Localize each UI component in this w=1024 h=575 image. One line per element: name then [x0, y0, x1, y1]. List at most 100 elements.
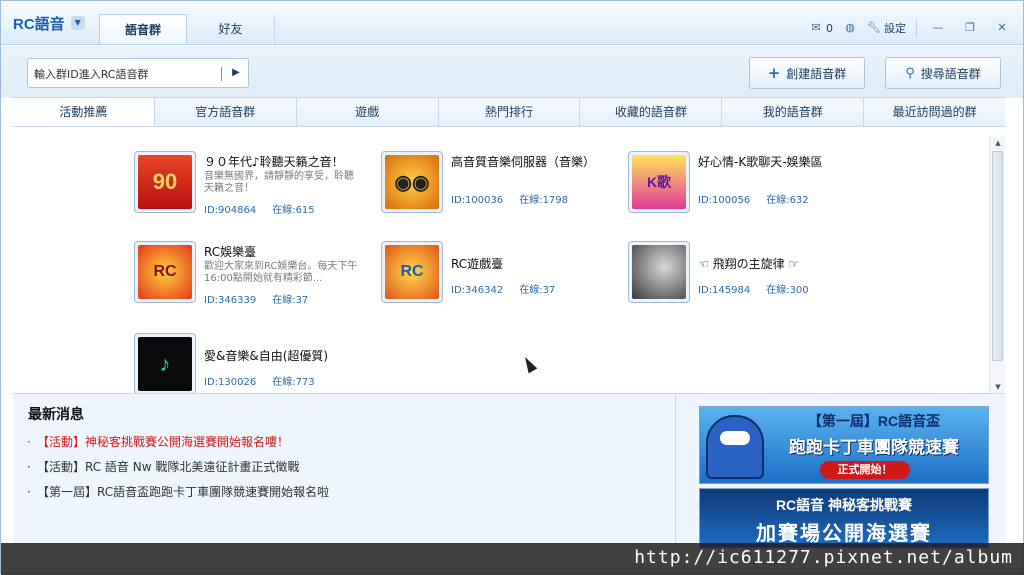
tab-games[interactable]: 遊戲: [297, 98, 439, 126]
room-name: RC遊戲臺: [451, 257, 504, 271]
room-card[interactable]: 90 ９０年代♪聆聽天籟之音！ 音樂無國界，請靜靜的享受，聆聽天籟之音！ ID:…: [134, 151, 374, 219]
room-id: ID:346339: [204, 295, 257, 306]
room-id: ID:904864: [204, 205, 257, 216]
search-divider: [221, 67, 222, 81]
room-id: ID:100056: [698, 195, 751, 206]
room-meta: ID:904864 在線:615: [204, 201, 315, 216]
room-id: ID:100036: [451, 195, 504, 206]
tab-official[interactable]: 官方語音群: [155, 98, 297, 126]
room-id: ID:346342: [451, 285, 504, 296]
tab-friends[interactable]: 好友: [187, 14, 275, 44]
room-online: 在線:1798: [519, 195, 569, 206]
room-meta: ID:100056 在線:632: [698, 191, 809, 206]
room-name: ☜ 飛翔の主旋律 ☞: [698, 257, 800, 271]
tab-recent[interactable]: 最近訪問過的群: [864, 98, 1005, 126]
rc-entertain-icon: RC: [134, 241, 196, 303]
room-meta: ID:346339 在線:37: [204, 291, 308, 306]
chevron-down-icon: ▼: [70, 16, 85, 30]
room-online: 在線:37: [272, 295, 309, 306]
news-item[interactable]: · 【活動】神秘客挑戰賽公開海選賽開始報名嘍！: [27, 430, 329, 455]
search-icon: ⚲: [905, 65, 915, 81]
app-logo: RC語音: [13, 15, 65, 33]
search-group-label: 搜尋語音群: [920, 66, 981, 81]
banner2-line2: 加賽場公開海選賽: [756, 523, 932, 545]
karaoke-icon: K歌: [628, 151, 690, 213]
toolbar-divider: [916, 19, 917, 37]
scroll-thumb[interactable]: [992, 151, 1003, 361]
tab-voice-groups[interactable]: 語音群: [99, 14, 187, 44]
watermark-bar: http://ic611277.pixnet.net/album: [1, 543, 1024, 575]
news-title: 最新消息: [28, 407, 84, 423]
bullet-icon: ·: [27, 485, 31, 499]
room-name: 愛&音樂&自由(超優質): [204, 349, 329, 363]
skin-icon: ◍: [845, 21, 855, 34]
title-bar-tools: ✉ 0 ◍ 🔧︎ 設定 — ❐ ✕: [809, 19, 1013, 37]
room-card[interactable]: RC RC娛樂臺 歡迎大家來到RC娛樂台。每天下午16:00點開始就有精彩節..…: [134, 241, 374, 309]
room-online: 在線:37: [519, 285, 556, 296]
app-window: RC語音 ▼ 語音群 好友 ✉ 0 ◍ 🔧︎ 設定 — ❐ ✕ 輸入群ID進入R…: [0, 0, 1024, 575]
mail-button[interactable]: ✉ 0: [809, 21, 833, 35]
banner1-line2: 跑跑卡丁車團隊競速賽: [789, 438, 959, 457]
search-group-button[interactable]: ⚲ 搜尋語音群: [885, 57, 1001, 89]
room-online: 在線:615: [272, 205, 315, 216]
skin-button[interactable]: ◍: [843, 21, 857, 35]
room-card[interactable]: ☜ 飛翔の主旋律 ☞ ID:145984 在線:300: [628, 241, 868, 309]
room-card[interactable]: K歌 好心情-K歌聊天-娛樂區 ID:100056 在線:632: [628, 151, 868, 219]
tab-ranking[interactable]: 熱門排行: [439, 98, 581, 126]
room-meta: ID:100036 在線:1798: [451, 191, 568, 206]
room-card[interactable]: ♪ 愛&音樂&自由(超優質) ID:130026 在線:773: [134, 333, 374, 393]
create-group-button[interactable]: + 創建語音群: [749, 57, 865, 89]
music-note-icon: ♪: [134, 333, 196, 393]
tab-my-groups[interactable]: 我的語音群: [722, 98, 865, 126]
kart-race-banner[interactable]: 【第一屆】RC語音盃 跑跑卡丁車團隊競速賽 正式開始！: [699, 406, 989, 484]
tab-favorites[interactable]: 收藏的語音群: [580, 98, 723, 126]
news-item[interactable]: · 【第一屆】RC語音盃跑跑卡丁車團隊競速賽開始報名啦: [27, 480, 329, 505]
speakers-icon: ◉◉: [381, 151, 443, 213]
room-card[interactable]: ◉◉ 高音質音樂伺服器（音樂） ID:100036 在線:1798: [381, 151, 621, 219]
mystery-challenge-banner[interactable]: RC語音 神秘客挑戰賽 加賽場公開海選賽: [699, 488, 989, 548]
banner1-pill: 正式開始！: [820, 461, 910, 479]
settings-button[interactable]: 🔧︎ 設定: [867, 20, 906, 36]
title-bar: RC語音 ▼ 語音群 好友 ✉ 0 ◍ 🔧︎ 設定 — ❐ ✕: [1, 1, 1023, 45]
app-logo-menu[interactable]: RC語音 ▼: [9, 11, 91, 35]
bullet-icon: ·: [27, 435, 31, 449]
settings-label: 設定: [884, 22, 906, 35]
enter-arrow-icon[interactable]: ▶: [226, 63, 246, 83]
create-group-label: 創建語音群: [786, 66, 847, 81]
group-id-input[interactable]: [34, 65, 214, 83]
vertical-scrollbar[interactable]: ▲ ▼: [989, 137, 1005, 393]
minimize-button[interactable]: —: [927, 20, 949, 36]
group-id-search: ▶: [27, 58, 249, 88]
room-name: 好心情-K歌聊天-娛樂區: [698, 155, 823, 169]
room-online: 在線:773: [272, 377, 315, 388]
room-id: ID:145984: [698, 285, 751, 296]
room-name: RC娛樂臺: [204, 245, 257, 259]
restore-button[interactable]: ❐: [959, 20, 981, 36]
news-text: 【活動】神秘客挑戰賽公開海選賽開始報名嘍！: [37, 435, 290, 449]
news-item[interactable]: · 【活動】RC 語音 Nw 戰隊北美遠征計畫正式徵戰: [27, 455, 329, 480]
watermark-url: http://ic611277.pixnet.net/album: [634, 547, 1013, 568]
sky-icon: [628, 241, 690, 303]
room-meta: ID:145984 在線:300: [698, 281, 809, 296]
banner1-line1: 【第一屆】RC語音盃: [807, 413, 941, 429]
scroll-down-icon[interactable]: ▼: [990, 381, 1005, 393]
room-card[interactable]: RC RC遊戲臺 ID:346342 在線:37: [381, 241, 621, 309]
search-row: ▶ + 創建語音群 ⚲ 搜尋語音群: [1, 46, 1023, 98]
news-text: 【活動】RC 語音 Nw 戰隊北美遠征計畫正式徵戰: [37, 460, 300, 474]
category-tabs: 活動推薦 官方語音群 遊戲 熱門排行 收藏的語音群 我的語音群 最近訪問過的群: [13, 97, 1005, 127]
room-name: ９０年代♪聆聽天籟之音！: [204, 155, 344, 169]
scroll-up-icon[interactable]: ▲: [990, 137, 1005, 149]
room-name: 高音質音樂伺服器（音樂）: [451, 155, 596, 169]
room-id: ID:130026: [204, 377, 257, 388]
close-button[interactable]: ✕: [991, 20, 1013, 36]
mail-count: 0: [826, 21, 833, 35]
room-meta: ID:346342 在線:37: [451, 281, 555, 296]
room-online: 在線:632: [766, 195, 809, 206]
room-meta: ID:130026 在線:773: [204, 373, 315, 388]
wrench-icon: 🔧︎: [867, 21, 881, 34]
room-desc: 歡迎大家來到RC娛樂台。每天下午16:00點開始就有精彩節...: [204, 261, 358, 284]
tab-featured[interactable]: 活動推薦: [13, 98, 155, 126]
news-text: 【第一屆】RC語音盃跑跑卡丁車團隊競速賽開始報名啦: [37, 485, 330, 499]
news-panel: 最新消息 · 【活動】神秘客挑戰賽公開海選賽開始報名嘍！ · 【活動】RC 語音 N…: [13, 393, 1005, 548]
mail-icon: ✉: [811, 21, 821, 34]
